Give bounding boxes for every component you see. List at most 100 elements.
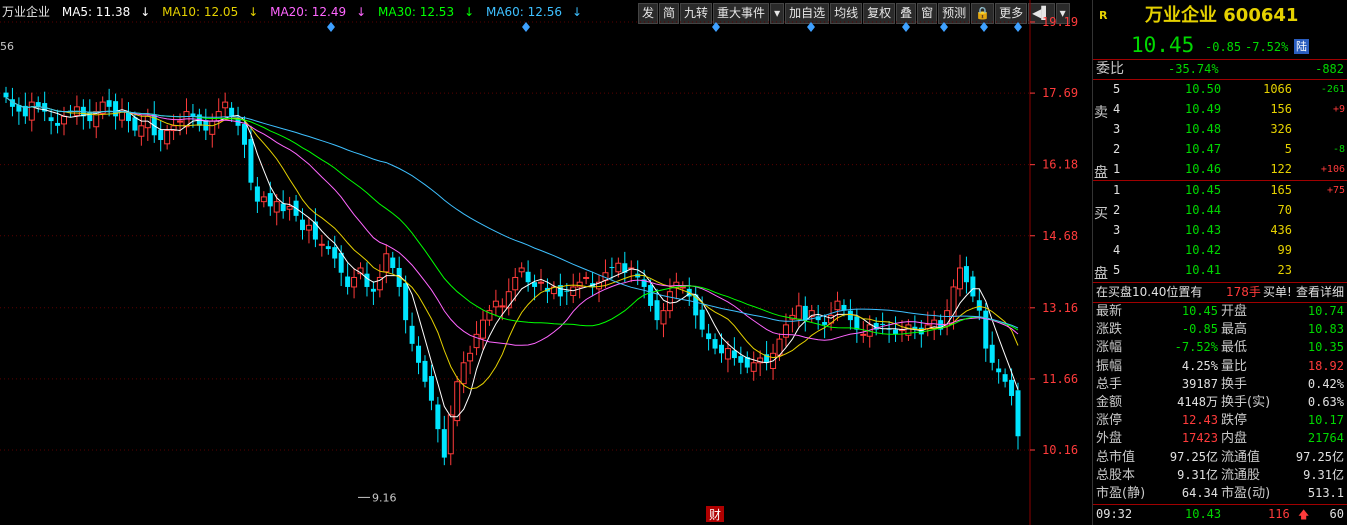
candle-body [802,305,808,321]
toolbar-button-jian[interactable]: 简 [659,3,680,24]
tick-time: 09:32 [1096,507,1133,521]
sell-level-row[interactable]: 1 10.46 122 +106 [1093,161,1347,178]
candle-body [422,360,428,382]
candle-body [724,348,731,360]
buy-level-row[interactable]: 4 10.42 99 [1093,242,1347,259]
notice-text: 在买盘10.40位置有 [1096,285,1203,299]
candle-body [170,125,177,132]
candle-body [750,362,757,372]
stat-row: 振幅 4.25% 量比 18.92 [1093,358,1347,375]
candle-body [254,186,260,202]
finance-marker-label: 财 [709,508,721,522]
price-axis-label: 16.18 [1042,158,1078,172]
sell-level-row[interactable]: 4 10.49 156 +9 [1093,101,1347,118]
candle-body [532,282,538,287]
collapse-panel-icon[interactable]: ◀▌ [1028,3,1055,24]
candle-body [712,339,718,349]
stat-label: 换手(实) [1221,395,1271,410]
toolbar-button-more[interactable]: 更多 [995,3,1028,24]
divider [1093,282,1347,283]
toolbar-button-forecast[interactable]: 预测 [938,3,971,24]
toolbar-button-restore-rights[interactable]: 复权 [863,3,896,24]
major-events-dropdown-icon[interactable]: ▾ [770,3,785,24]
level-volume: 23 [1277,263,1292,277]
candle-body [73,106,80,116]
candle-body [383,253,390,273]
buy-level-row[interactable]: 1 10.45 165 +75 [1093,182,1347,199]
quote-panel: R 万业企业 600641 10.45 -0.85 -7.52% 陆 委比 -3… [1092,0,1347,525]
stat-label: 金额 [1096,395,1123,410]
ma20-line [5,96,1019,346]
stat-value: 10.45 [1181,304,1218,318]
candle-body [229,107,235,117]
candle-body [693,294,699,316]
candle-body [938,320,944,330]
kline-chart[interactable]: 万业企业 MA5: 11.38 ↓ MA10: 12.05 ↓ MA20: 12.4… [0,0,1092,525]
candle-body [9,99,15,107]
toolbar-button-moving-average[interactable]: 均线 [830,3,863,24]
menu-dropdown-icon[interactable]: ▾ [1055,3,1070,24]
weibi-pct: -35.74% [1168,62,1219,76]
sell-level-row[interactable]: 3 10.48 326 [1093,121,1347,138]
price-axis-label: 10.16 [1042,443,1078,457]
candle-body [196,114,202,126]
ma30-line [5,96,1019,335]
candle-body [905,324,912,336]
candle-body [570,286,577,296]
candle-body [590,283,596,287]
candle-body [583,276,590,279]
lock-icon[interactable]: 🔒 [971,3,995,24]
buy-level-row[interactable]: 2 10.44 70 [1093,202,1347,219]
big-order-notice[interactable]: 在买盘10.40位置有 178手 买单! 查看详细 [1093,284,1347,301]
buy-level-row[interactable]: 3 10.43 436 [1093,222,1347,239]
toolbar-button-overlay[interactable]: 叠 [896,3,917,24]
toolbar-button-window[interactable]: 窗 [917,3,938,24]
stat-value: 10.35 [1307,340,1344,355]
candle-body [499,305,506,308]
candle-body [390,257,396,268]
candle-body [815,316,821,321]
candle-body [338,252,344,273]
stat-label: 涨停 [1096,413,1123,429]
stat-value: 17423 [1181,431,1218,446]
price-axis-label: 14.68 [1042,229,1078,243]
level-price: 10.47 [1185,142,1222,156]
toolbar-button-major-events[interactable]: 重大事件 [713,3,770,24]
candle-body [944,310,951,327]
candle-body [738,356,744,363]
stat-row: 总市值 97.25亿 流通值 97.25亿 [1093,449,1347,466]
tick-count: 60 [1329,507,1344,521]
stat-label: 换手 [1221,376,1248,392]
level-price: 10.43 [1185,223,1222,237]
level-number: 4 [1113,102,1121,116]
candle-body [602,272,609,281]
candle-body [260,196,267,203]
last-price: 10.45 [1131,33,1195,57]
candle-body [280,203,286,212]
candle-body [479,319,486,339]
level-number: 1 [1113,162,1121,176]
level-price: 10.44 [1185,203,1222,217]
event-diamond-icon [522,22,530,32]
toolbar-button-add-watchlist[interactable]: 加自选 [785,3,830,24]
notice-tail: 买单! [1263,285,1292,299]
price-change-pct: -7.52% [1245,40,1289,54]
stat-row: 外盘 17423 内盘 21764 [1093,430,1347,447]
toolbar-button-fa[interactable]: 发 [638,3,659,24]
candle-body [622,263,628,273]
buy-book: 买 盘 1 10.45 165 +75 2 10.44 70 3 10.43 436 4 10.42 9… [1093,181,1347,282]
candle-body [956,267,963,290]
stat-label: 最低 [1221,340,1248,356]
stat-row: 涨跌 -0.85 最高 10.83 [1093,321,1347,338]
level-number: 1 [1113,183,1121,197]
toolbar-button-jiuzhuan[interactable]: 九转 [680,3,713,24]
sell-level-row[interactable]: 5 10.50 1066 -261 [1093,81,1347,98]
buy-level-row[interactable]: 5 10.41 23 [1093,262,1347,279]
sell-level-row[interactable]: 2 10.47 5 -8 [1093,141,1347,158]
event-diamond-icon [327,22,335,32]
candle-body [190,113,196,117]
candle-body [505,291,512,309]
candle-body [615,262,622,273]
view-details-link[interactable]: 查看详细 [1296,284,1344,301]
candle-body [235,118,241,126]
